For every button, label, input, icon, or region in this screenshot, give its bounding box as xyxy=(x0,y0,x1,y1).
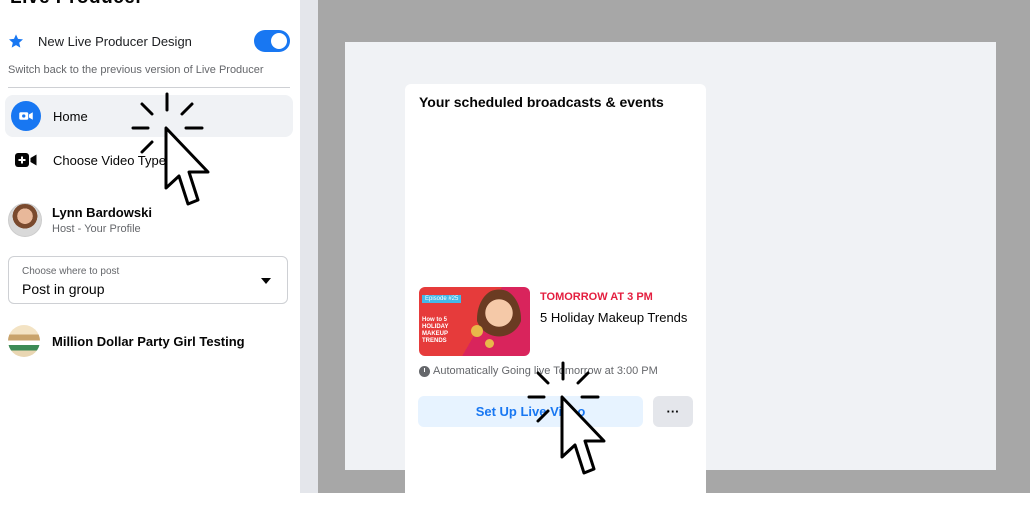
scheduled-broadcasts-card: Your scheduled broadcasts & events Episo… xyxy=(405,84,706,512)
sidebar: Live Producer New Live Producer Design S… xyxy=(0,0,300,493)
content-canvas: Your scheduled broadcasts & events Episo… xyxy=(345,42,996,512)
group-avatar xyxy=(8,325,40,357)
ornament xyxy=(471,325,483,337)
sidebar-item-home[interactable]: Home xyxy=(5,95,293,137)
divider xyxy=(8,87,290,88)
auto-live-row: Automatically Going live Tomorrow at 3:0… xyxy=(419,365,658,377)
more-options-button[interactable]: ··· xyxy=(653,396,693,427)
video-add-icon xyxy=(11,145,41,175)
sidebar-item-choose-video-type[interactable]: Choose Video Type xyxy=(5,139,293,181)
new-design-toggle[interactable] xyxy=(254,30,290,52)
post-destination-select[interactable]: Choose where to post Post in group xyxy=(8,256,288,304)
event-time: TOMORROW AT 3 PM xyxy=(540,291,653,303)
profile-name: Lynn Bardowski xyxy=(52,205,152,220)
new-design-label: New Live Producer Design xyxy=(38,33,192,49)
caret-down-icon xyxy=(261,278,271,284)
switch-back-link[interactable]: Switch back to the previous version of L… xyxy=(8,64,264,76)
toggle-knob xyxy=(271,33,287,49)
group-name: Million Dollar Party Girl Testing xyxy=(52,333,245,349)
card-title: Your scheduled broadcasts & events xyxy=(419,94,664,110)
set-up-live-video-button[interactable]: Set Up Live Video xyxy=(418,396,643,427)
new-design-row: New Live Producer Design xyxy=(8,29,293,53)
thumb-face xyxy=(477,289,521,349)
camera-icon xyxy=(11,101,41,131)
profile-role: Host - Your Profile xyxy=(52,223,141,235)
sidebar-item-label: Home xyxy=(53,108,88,124)
page-title: Live Producer xyxy=(10,0,143,9)
event-thumbnail[interactable]: Episode #25 How to 5 HOLIDAY MAKEUP TREN… xyxy=(419,287,530,356)
main-area: Your scheduled broadcasts & events Episo… xyxy=(318,0,1030,512)
clock-icon xyxy=(419,365,430,377)
event-title[interactable]: 5 Holiday Makeup Trends xyxy=(540,310,687,325)
sidebar-item-label: Choose Video Type xyxy=(53,152,166,168)
group-item[interactable]: Million Dollar Party Girl Testing xyxy=(8,325,293,357)
auto-live-text: Automatically Going live Tomorrow at 3:0… xyxy=(433,365,658,377)
star-icon xyxy=(9,34,23,48)
host-profile[interactable]: Lynn Bardowski Host - Your Profile xyxy=(8,200,293,240)
thumb-episode: Episode #25 xyxy=(422,295,462,303)
sidebar-separator xyxy=(300,0,318,493)
avatar xyxy=(8,203,42,237)
select-value: Post in group xyxy=(22,281,105,297)
ornament xyxy=(485,339,494,348)
select-caption: Choose where to post xyxy=(22,266,120,277)
thumb-text: How to 5 HOLIDAY MAKEUP TRENDS xyxy=(422,317,449,344)
